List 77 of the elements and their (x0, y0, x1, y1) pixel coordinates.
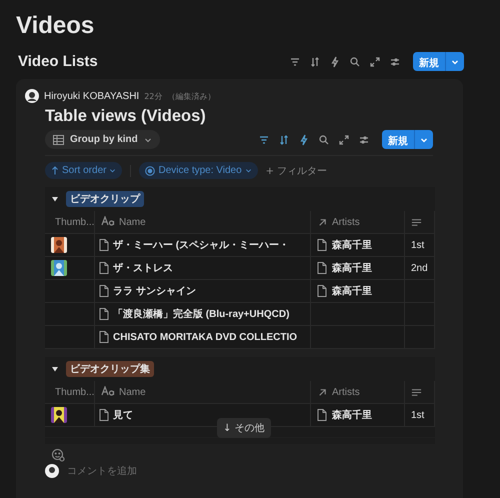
post-title: Table views (Videos) (44, 106, 207, 126)
page-icon (99, 308, 109, 320)
arrow-up-icon (51, 166, 59, 175)
table-cell[interactable]: CHISATO MORITAKA DVD COLLECTIO (113, 332, 298, 342)
toggle-icon[interactable] (51, 195, 59, 203)
table-cell[interactable]: 森高千里 (332, 284, 372, 298)
filter-icon[interactable] (289, 56, 301, 68)
avatar-icon (25, 89, 39, 103)
page-icon (317, 239, 327, 251)
page-icon (317, 285, 327, 297)
post-time: 22分 (144, 90, 162, 102)
column-header[interactable]: Thumb... (55, 216, 94, 228)
radio-icon (145, 166, 156, 176)
lightning-icon[interactable] (298, 134, 310, 146)
section-title: Video Lists (18, 53, 98, 70)
table-cell[interactable]: ザ・ストレス (113, 261, 173, 275)
lightning-icon[interactable] (329, 56, 341, 68)
column-header[interactable]: Name (119, 216, 146, 228)
new-button[interactable]: 新規 (382, 130, 414, 149)
page-icon (99, 409, 109, 421)
table-cell: 1st (411, 240, 424, 250)
avatar-icon (45, 464, 59, 478)
table-cell: 2nd (411, 262, 428, 274)
group-tag: ビデオクリップ (66, 191, 144, 207)
table-cell[interactable]: 森高千里 (332, 261, 372, 275)
arrow-icon[interactable] (317, 386, 328, 398)
settings-icon[interactable] (389, 56, 401, 68)
dropdown-button[interactable] (445, 52, 464, 71)
page-icon (99, 239, 109, 251)
text-type-icon (101, 216, 115, 228)
view-button[interactable]: Group by kind (45, 130, 160, 149)
sort-chip[interactable]: Sort order (45, 162, 122, 179)
emoji-icon[interactable] (51, 448, 65, 462)
search-icon[interactable] (318, 134, 330, 146)
page-icon (317, 262, 327, 274)
expand-icon[interactable] (369, 56, 381, 68)
table-cell[interactable]: 森高千里 (332, 408, 372, 422)
dropdown-button[interactable] (414, 130, 433, 149)
page-icon (99, 262, 109, 274)
search-icon[interactable] (349, 56, 361, 68)
caret-icon (109, 167, 116, 174)
column-header[interactable]: Artists (332, 386, 360, 398)
filter-chip[interactable]: Device type: Video (139, 162, 258, 179)
page-icon (317, 409, 327, 421)
text-type-icon (101, 386, 115, 398)
new-button[interactable]: 新規 (413, 52, 445, 71)
page-title: Videos (15, 11, 96, 41)
author-name[interactable]: Hiroyuki KOBAYASHI (44, 90, 140, 102)
caret-icon (420, 136, 428, 144)
caret-icon (451, 58, 459, 66)
filter-icon[interactable] (258, 134, 270, 146)
table-cell[interactable]: 森高千里 (332, 238, 372, 252)
table-icon (53, 134, 64, 144)
expand-icon[interactable] (338, 134, 350, 146)
column-header[interactable]: Artists (332, 216, 360, 228)
add-filter-button[interactable]: + フィルター (266, 164, 328, 178)
column-header[interactable]: Thumb... (55, 386, 94, 398)
sort-icon[interactable] (309, 56, 321, 68)
text-lines-icon[interactable] (411, 386, 422, 398)
table-cell[interactable]: 見て (113, 408, 133, 422)
page-icon (99, 285, 109, 297)
edited-label: （編集済み） (167, 90, 216, 102)
caret-icon (244, 167, 252, 174)
toggle-icon[interactable] (51, 365, 59, 373)
table-cell[interactable]: ザ・ミーハー (スペシャル・ミーハー・ (113, 238, 290, 252)
more-button[interactable]: ↓ その他 (217, 418, 271, 438)
table-cell[interactable]: ララ サンシャイン (113, 284, 196, 298)
column-header[interactable]: Name (119, 386, 146, 398)
arrow-icon[interactable] (317, 216, 328, 228)
table-cell[interactable]: 「渡良瀬橋」完全版 (Blu-ray+UHQCD) (113, 307, 290, 321)
group-tag: ビデオクリップ集 (66, 361, 154, 377)
sort-icon[interactable] (278, 134, 290, 146)
table-cell: 1st (411, 410, 424, 420)
text-lines-icon[interactable] (411, 216, 422, 228)
page-icon (99, 331, 109, 343)
settings-icon[interactable] (358, 134, 370, 146)
caret-icon (144, 136, 152, 144)
